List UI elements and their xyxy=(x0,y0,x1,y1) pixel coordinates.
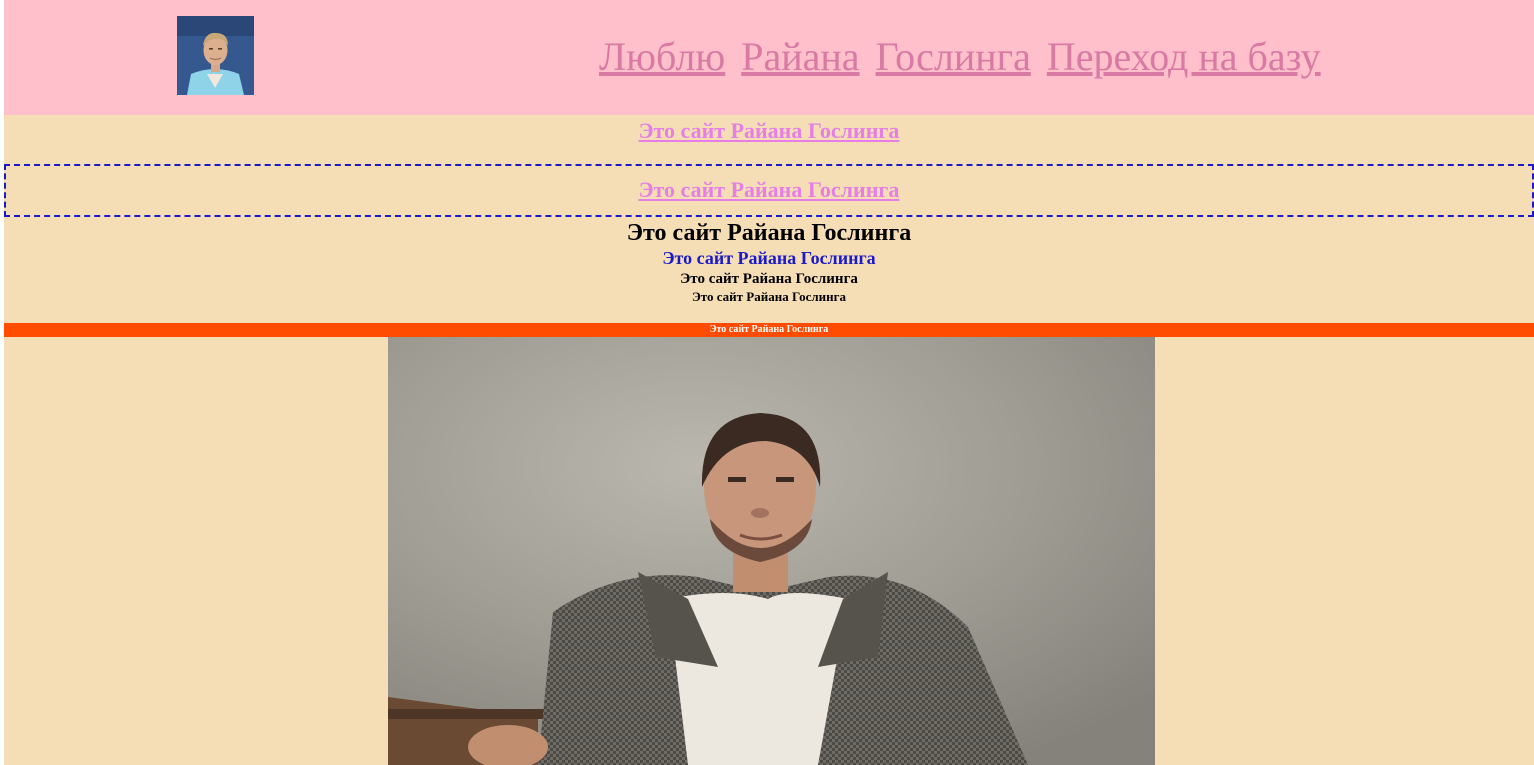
dashed-frame: Это сайт Райана Гослинга xyxy=(4,164,1534,217)
heading-h1: Это сайт Райана Гослинга xyxy=(626,220,912,246)
logo-image xyxy=(177,16,254,95)
site-link-2[interactable]: Это сайт Райана Гослинга xyxy=(639,177,900,202)
nav-link-ryan[interactable]: Райана xyxy=(741,34,859,79)
page: Люблю Райана Гослинга Переход на базу Это с… xyxy=(0,0,1534,765)
portrait-thumbnail-icon xyxy=(177,16,254,95)
orange-banner: Это сайт Райана Гослинга xyxy=(4,323,1534,337)
main-nav: Люблю Райана Гослинга Переход на базу xyxy=(599,33,1337,81)
ryan-photo-icon xyxy=(388,337,1155,765)
site-link-1[interactable]: Это сайт Райана Гослинга xyxy=(639,118,900,143)
nav-link-to-base[interactable]: Переход на базу xyxy=(1047,34,1321,79)
headline-link-1: Это сайт Райана Гослинга xyxy=(4,117,1534,145)
site-header: Люблю Райана Гослинга Переход на базу xyxy=(4,0,1534,115)
headline-link-2: Это сайт Райана Гослинга xyxy=(6,176,1532,204)
heading-h2-blue: Это сайт Райана Гослинга xyxy=(662,248,876,268)
main-photo xyxy=(388,337,1155,765)
nav-link-love[interactable]: Люблю xyxy=(599,34,725,79)
orange-banner-text: Это сайт Райана Гослинга xyxy=(709,324,829,335)
heading-h3: Это сайт Райана Гослинга xyxy=(680,271,858,287)
nav-link-gosling[interactable]: Гослинга xyxy=(876,34,1031,79)
main-content: Это сайт Райана Гослинга Это сайт Райана… xyxy=(4,115,1534,765)
heading-h4: Это сайт Райана Гослинга xyxy=(691,289,847,304)
